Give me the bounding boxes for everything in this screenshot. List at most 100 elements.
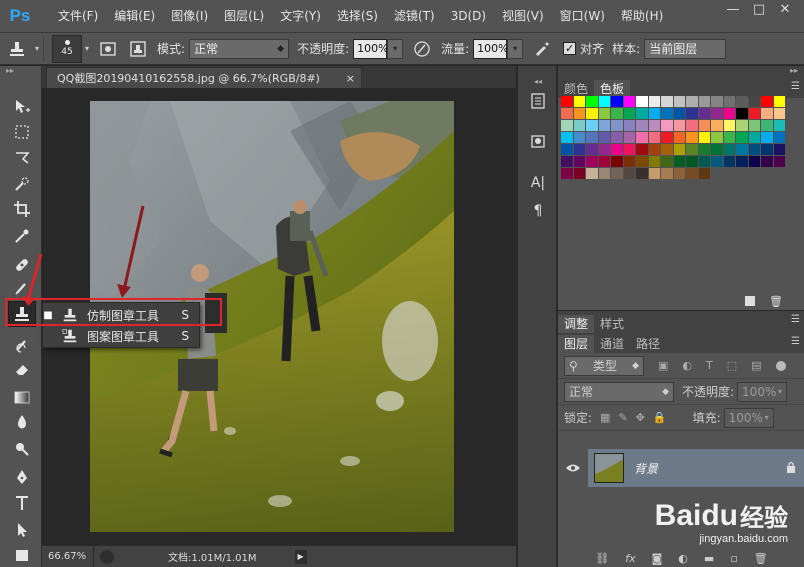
color-swatch[interactable] (598, 156, 610, 167)
new-swatch-icon[interactable] (745, 296, 756, 306)
panel-menu-icon[interactable]: ☰ (791, 81, 800, 92)
color-swatch[interactable] (661, 168, 673, 179)
color-swatch[interactable] (736, 120, 748, 131)
color-swatch[interactable] (686, 108, 698, 119)
color-swatch[interactable] (623, 144, 635, 155)
color-swatch[interactable] (661, 132, 673, 143)
panel-menu-icon[interactable]: ☰ (791, 314, 800, 325)
color-swatch[interactable] (586, 168, 598, 179)
fill-input[interactable]: 100% ▾ (723, 407, 774, 428)
color-swatch[interactable] (736, 108, 748, 119)
tab-styles[interactable]: 样式 (594, 315, 630, 333)
color-swatch[interactable] (648, 144, 660, 155)
color-swatch[interactable] (711, 144, 723, 155)
color-swatch[interactable] (586, 108, 598, 119)
color-swatch[interactable] (661, 108, 673, 119)
color-swatch[interactable] (598, 108, 610, 119)
color-swatch[interactable] (686, 156, 698, 167)
color-swatch[interactable] (711, 108, 723, 119)
layer-filter-select[interactable]: ⚲ 类型 ◆ (564, 355, 644, 376)
color-swatch[interactable] (648, 120, 660, 131)
color-swatch[interactable] (748, 132, 760, 143)
color-swatch[interactable] (648, 168, 660, 179)
color-swatch[interactable] (761, 144, 773, 155)
color-swatch[interactable] (636, 144, 648, 155)
tab-layers[interactable]: 图层 (558, 335, 595, 353)
panel-collapse-icon[interactable]: ▸▸ (558, 66, 804, 78)
color-swatch[interactable] (648, 108, 660, 119)
color-swatch[interactable] (611, 108, 623, 119)
zoom-level[interactable]: 66.67% (42, 545, 94, 567)
lock-all-icon[interactable]: 🔒 (653, 411, 667, 424)
color-swatch[interactable] (748, 108, 760, 119)
color-swatch[interactable] (761, 120, 773, 131)
color-swatch[interactable] (711, 96, 723, 107)
color-swatch[interactable] (673, 96, 685, 107)
type-filter-icon[interactable]: T (706, 359, 713, 372)
pixel-filter-icon[interactable]: ▣ (658, 359, 668, 372)
color-swatch[interactable] (711, 156, 723, 167)
color-swatch[interactable] (598, 144, 610, 155)
color-swatch[interactable] (623, 108, 635, 119)
color-swatch[interactable] (748, 96, 760, 107)
visibility-eye-icon[interactable] (558, 449, 588, 487)
trash-icon[interactable]: 🗑 (769, 295, 783, 308)
color-swatch[interactable] (773, 132, 785, 143)
color-swatch[interactable] (586, 156, 598, 167)
color-swatch[interactable] (586, 132, 598, 143)
blend-mode-select[interactable]: 正常 ◆ (564, 381, 674, 402)
color-swatch[interactable] (648, 132, 660, 143)
adjustment-filter-icon[interactable]: ◐ (682, 359, 692, 372)
color-swatch[interactable] (698, 132, 710, 143)
color-swatch[interactable] (773, 120, 785, 131)
lock-pixels-icon[interactable]: ✎ (618, 411, 627, 424)
adjustment-layer-icon[interactable]: ◐ (678, 552, 688, 565)
color-swatch[interactable] (773, 108, 785, 119)
color-swatch[interactable] (673, 168, 685, 179)
color-swatch[interactable] (686, 144, 698, 155)
color-swatch[interactable] (636, 108, 648, 119)
color-swatch[interactable] (761, 132, 773, 143)
color-swatch[interactable] (673, 108, 685, 119)
color-swatch[interactable] (698, 120, 710, 131)
color-swatch[interactable] (611, 96, 623, 107)
color-swatch[interactable] (623, 168, 635, 179)
color-swatch[interactable] (598, 96, 610, 107)
color-swatch[interactable] (561, 132, 573, 143)
color-swatch[interactable] (723, 156, 735, 167)
tab-channels[interactable]: 通道 (594, 335, 630, 353)
color-swatch[interactable] (711, 120, 723, 131)
color-swatch[interactable] (561, 156, 573, 167)
filter-toggle-icon[interactable] (775, 360, 786, 371)
color-swatch[interactable] (761, 108, 773, 119)
color-swatch[interactable] (773, 156, 785, 167)
color-swatch[interactable] (723, 132, 735, 143)
color-swatch[interactable] (661, 156, 673, 167)
color-swatch[interactable] (573, 96, 585, 107)
color-swatch[interactable] (586, 144, 598, 155)
color-swatch[interactable] (761, 156, 773, 167)
color-swatch[interactable] (573, 108, 585, 119)
shape-filter-icon[interactable]: ⬚ (727, 359, 737, 372)
color-swatch[interactable] (698, 168, 710, 179)
lock-transparent-icon[interactable]: ▦ (600, 411, 610, 424)
tab-paths[interactable]: 路径 (630, 335, 666, 353)
color-swatch[interactable] (611, 144, 623, 155)
color-swatch[interactable] (698, 108, 710, 119)
color-swatch[interactable] (636, 156, 648, 167)
color-swatch[interactable] (598, 168, 610, 179)
color-swatch[interactable] (698, 96, 710, 107)
color-swatch[interactable] (686, 168, 698, 179)
color-swatch[interactable] (736, 96, 748, 107)
color-swatch[interactable] (561, 144, 573, 155)
group-folder-icon[interactable]: ▬ (704, 552, 714, 565)
color-swatch[interactable] (611, 120, 623, 131)
color-swatch[interactable] (748, 144, 760, 155)
color-swatch[interactable] (736, 132, 748, 143)
status-menu-arrow-icon[interactable]: ▶ (294, 549, 307, 564)
color-swatch[interactable] (661, 96, 673, 107)
layer-mask-icon[interactable]: ◙ (652, 552, 663, 565)
color-swatch[interactable] (573, 156, 585, 167)
color-swatch[interactable] (723, 108, 735, 119)
color-swatch[interactable] (773, 144, 785, 155)
